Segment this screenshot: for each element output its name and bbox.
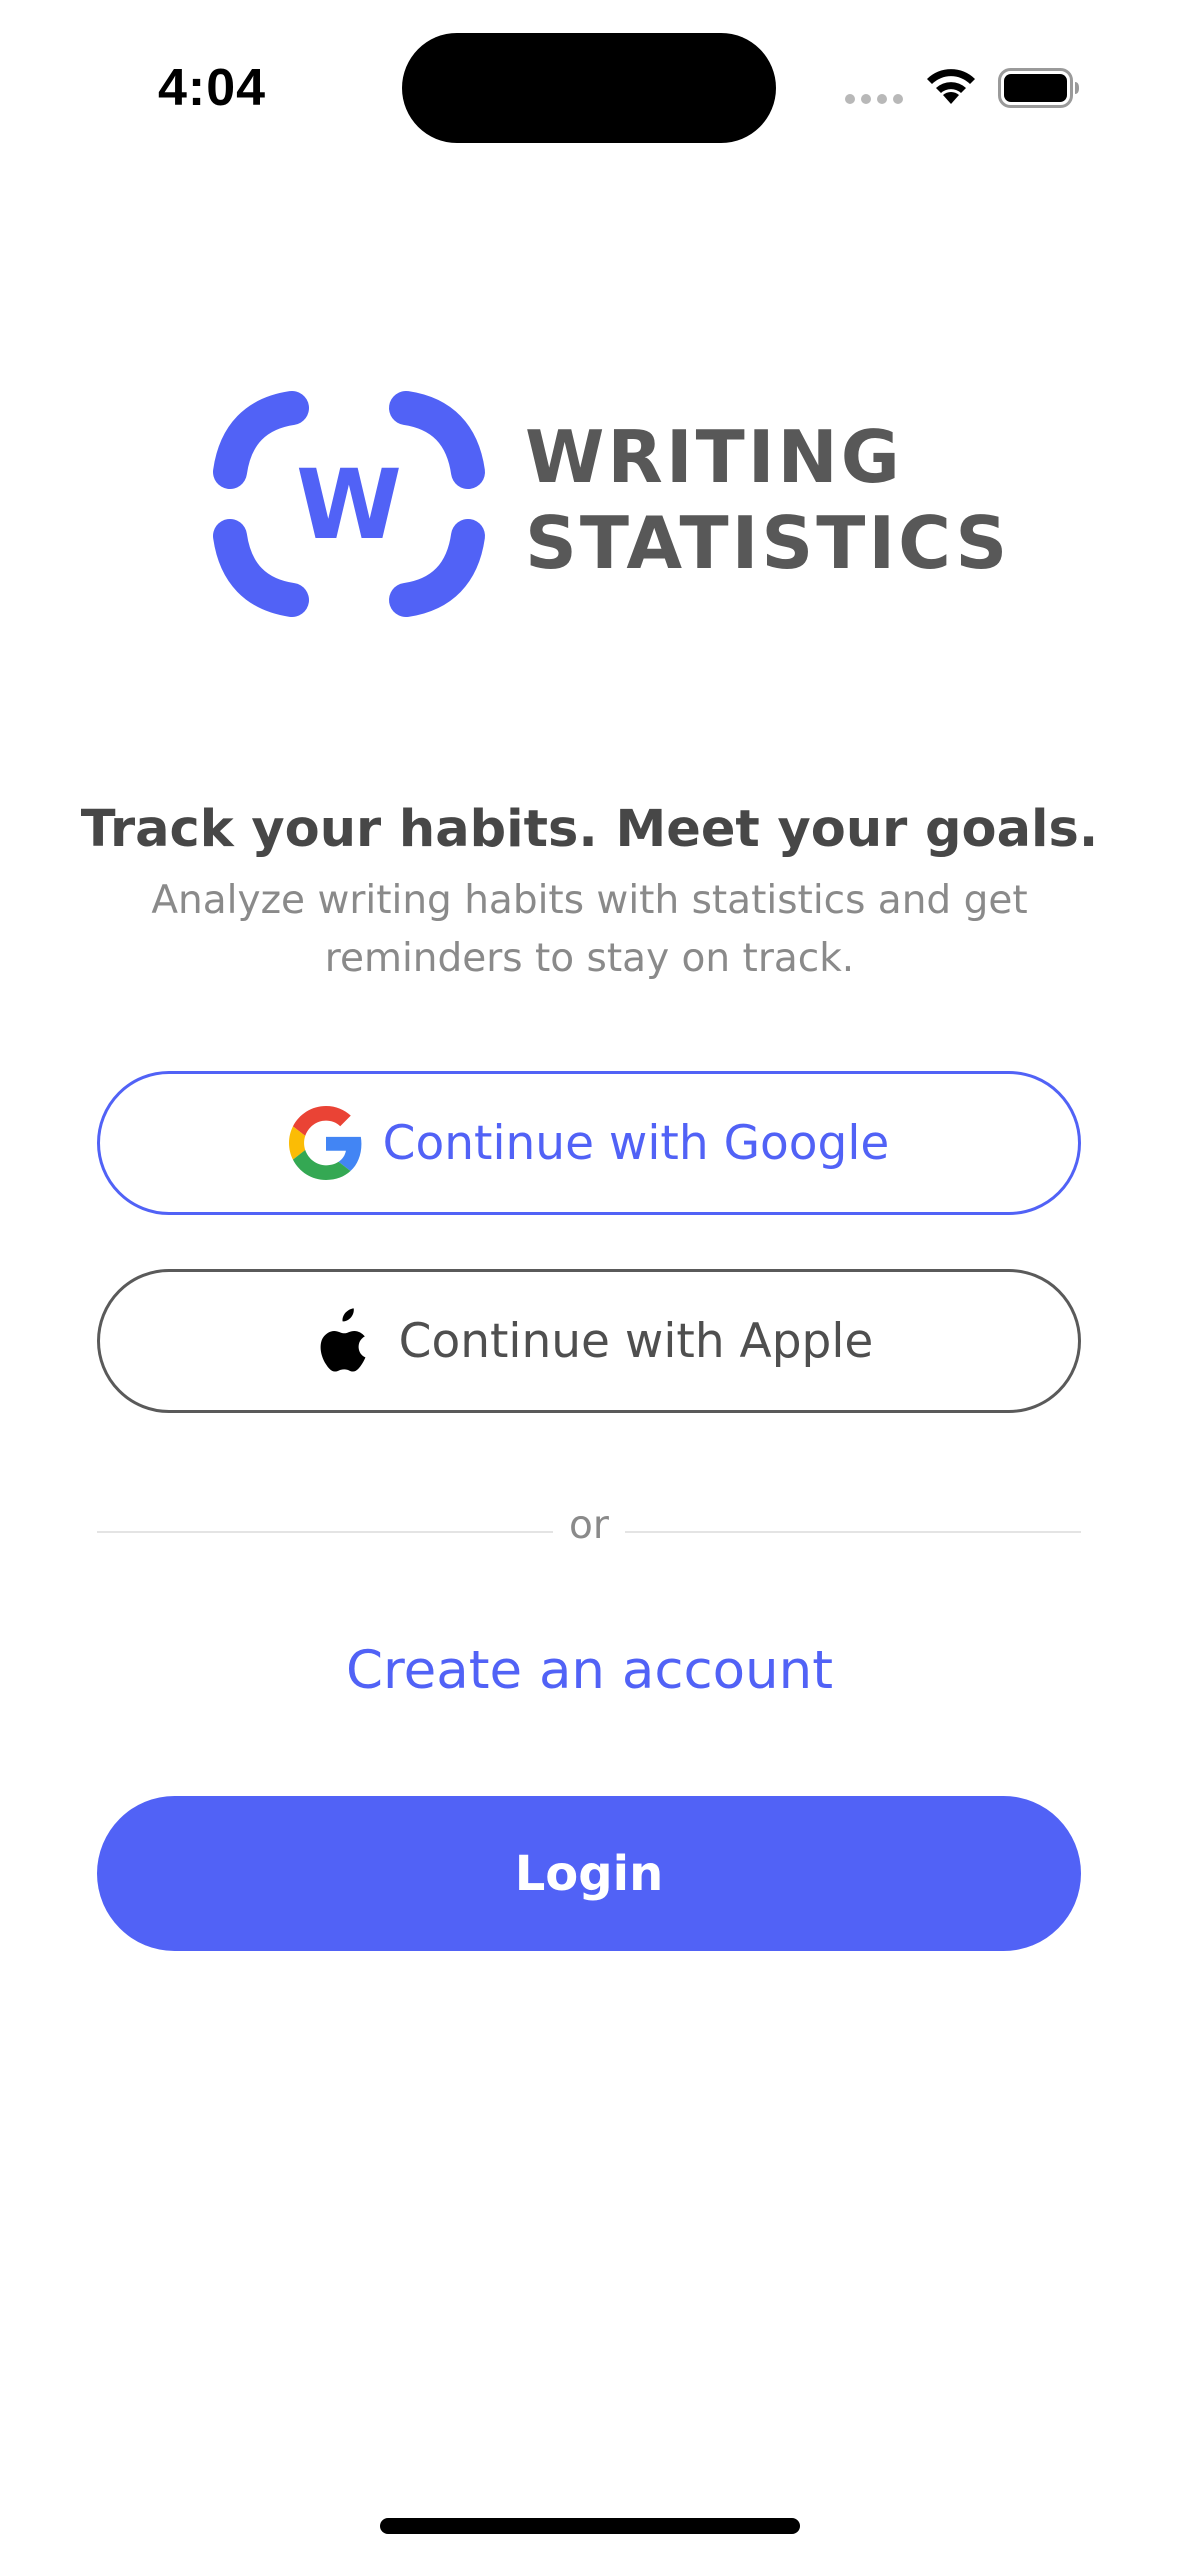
- continue-with-google-button[interactable]: Continue with Google: [97, 1071, 1081, 1215]
- divider-text: or: [569, 1503, 609, 1548]
- continue-with-apple-button[interactable]: Continue with Apple: [97, 1269, 1081, 1413]
- create-account-link[interactable]: Create an account: [0, 1640, 1179, 1701]
- app-name-line2: STATISTICS: [525, 501, 1011, 585]
- app-name: WRITING STATISTICS: [525, 414, 1010, 586]
- dynamic-island: [402, 33, 776, 143]
- headline: Track your habits. Meet your goals.: [80, 800, 1099, 859]
- cellular-signal-icon: [845, 94, 905, 104]
- login-button-label: Login: [514, 1845, 664, 1902]
- app-name-line1: WRITING: [525, 415, 903, 499]
- status-time: 4:04: [158, 59, 267, 117]
- logo-letter: W: [296, 449, 402, 561]
- login-button[interactable]: Login: [97, 1796, 1081, 1951]
- divider-line-right: [625, 1531, 1081, 1533]
- google-button-label: Continue with Google: [382, 1115, 890, 1171]
- google-logo-icon: [288, 1106, 362, 1180]
- writing-statistics-logo-icon: W: [213, 391, 485, 617]
- home-indicator[interactable]: [380, 2518, 800, 2534]
- apple-button-label: Continue with Apple: [398, 1313, 874, 1369]
- divider-line-left: [97, 1531, 553, 1533]
- apple-logo-icon: [320, 1308, 366, 1372]
- wifi-icon: [927, 69, 975, 104]
- subheadline: Analyze writing habits with statistics a…: [151, 878, 1028, 981]
- battery-icon: [998, 68, 1079, 108]
